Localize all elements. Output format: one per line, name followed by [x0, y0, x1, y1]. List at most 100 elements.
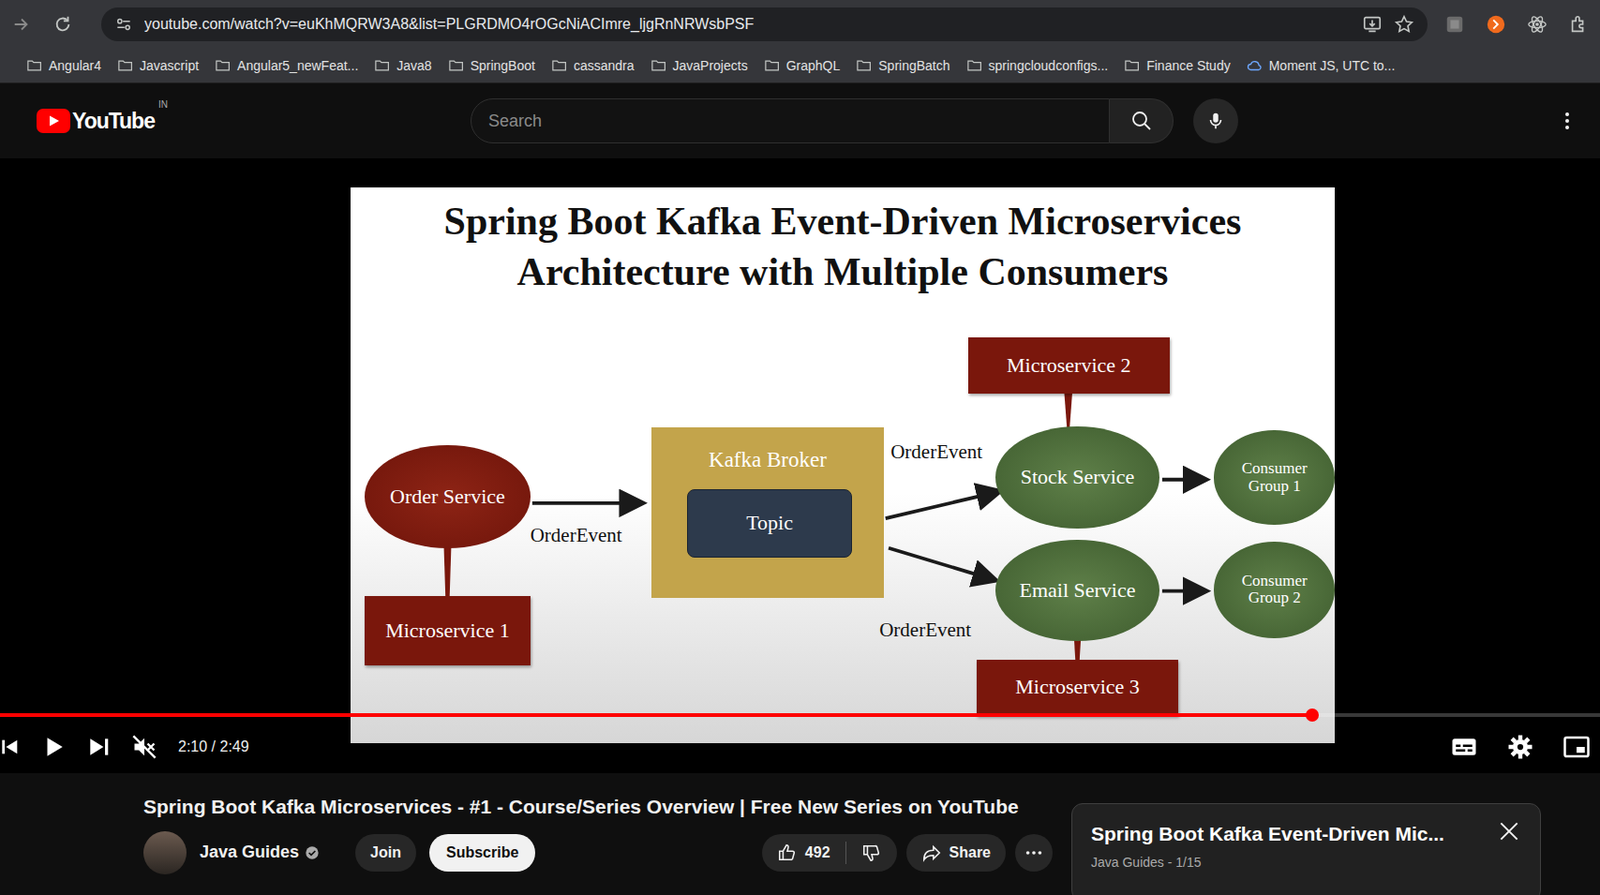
diagram-node: Consumer Group 2: [1213, 541, 1335, 638]
diagram-node: Topic: [687, 489, 852, 558]
like-count[interactable]: 492: [805, 841, 831, 865]
folder-icon: [26, 57, 44, 75]
scrubber-handle[interactable]: [1305, 708, 1319, 722]
address-bar[interactable]: youtube.com/watch?v=euKhMQRW3A8&list=PLG…: [101, 7, 1428, 42]
thumbs-up-icon[interactable]: [777, 842, 798, 864]
reload-icon[interactable]: [48, 10, 77, 39]
bookmark-label[interactable]: SpringBatch: [878, 56, 950, 76]
settings-menu-button[interactable]: [1555, 109, 1579, 139]
bookmark-item[interactable]: SpringBatch: [855, 56, 950, 76]
folder-icon: [551, 57, 569, 75]
bookmark-item[interactable]: SpringBoot: [448, 56, 536, 76]
share-label[interactable]: Share: [949, 841, 991, 865]
edge-label: OrderEvent: [879, 615, 972, 646]
time-display: 2:10 / 2:49: [178, 735, 250, 759]
slide-title: Spring Boot Kafka Event-Driven Microserv…: [350, 187, 1335, 299]
bookmark-label[interactable]: GraphQL: [786, 56, 841, 76]
bookmark-label[interactable]: Java8: [396, 56, 432, 76]
extension-grey-icon[interactable]: [1440, 10, 1469, 39]
diagram-node: Consumer Group 1: [1213, 430, 1335, 524]
subscribe-button[interactable]: Subscribe: [429, 834, 536, 872]
slide-title-line: Architecture with Multiple Consumers: [350, 247, 1335, 299]
install-icon[interactable]: [1361, 14, 1383, 35]
subtitles-icon[interactable]: [1450, 732, 1479, 762]
bookmark-item[interactable]: Java8: [373, 56, 432, 76]
region-code: IN: [158, 97, 168, 112]
play-icon[interactable]: [41, 734, 66, 760]
bookmark-item[interactable]: springcloudconfigs...: [966, 56, 1109, 76]
browser-toolbar: youtube.com/watch?v=euKhMQRW3A8&list=PLG…: [0, 0, 1600, 49]
settings-gear-icon[interactable]: [1506, 732, 1535, 762]
extension-orange-icon[interactable]: [1481, 10, 1511, 39]
next-icon[interactable]: [86, 734, 111, 760]
bookmark-label[interactable]: Javascript: [139, 56, 199, 76]
bookmark-label[interactable]: cassandra: [573, 56, 635, 76]
bookmark-item[interactable]: Angular4: [26, 56, 102, 76]
search-button[interactable]: [1109, 98, 1174, 144]
forward-icon[interactable]: [7, 10, 36, 39]
playlist-title[interactable]: Spring Boot Kafka Event-Driven Mic...: [1091, 819, 1497, 850]
like-dislike-group: 492: [762, 834, 898, 872]
extensions-puzzle-icon[interactable]: [1564, 10, 1593, 39]
folder-icon: [214, 57, 232, 75]
like-divider: [845, 841, 847, 865]
previous-icon[interactable]: [0, 736, 21, 758]
youtube-play-icon[interactable]: [36, 108, 71, 134]
react-devtools-icon[interactable]: [1523, 10, 1552, 39]
channel-row: Java Guides Join Subscribe 492 Share: [143, 831, 1053, 875]
more-horizontal-icon: [1023, 842, 1045, 864]
video-player[interactable]: Spring Boot Kafka Event-Driven Microserv…: [0, 158, 1600, 774]
folder-icon: [855, 57, 873, 75]
playlist-header: Spring Boot Kafka Event-Driven Mic...Jav…: [1091, 819, 1522, 873]
share-arrow-icon: [921, 842, 943, 864]
youtube-logo[interactable]: YouTubeIN: [36, 104, 168, 138]
search-icon: [1130, 109, 1153, 133]
more-actions-button[interactable]: [1015, 834, 1053, 872]
thumbs-down-icon[interactable]: [861, 842, 883, 864]
folder-icon: [966, 57, 984, 75]
bookmark-item[interactable]: JavaProjects: [650, 56, 748, 76]
volume-icon[interactable]: [131, 733, 158, 761]
join-button[interactable]: Join: [355, 834, 417, 872]
more-vertical-icon[interactable]: [1555, 109, 1579, 133]
bookmark-item[interactable]: Moment JS, UTC to...: [1246, 56, 1396, 76]
bookmark-item[interactable]: Javascript: [117, 56, 199, 76]
bookmark-star-icon[interactable]: [1393, 14, 1415, 35]
slide-title-line: Spring Boot Kafka Event-Driven Microserv…: [350, 196, 1335, 248]
youtube-wordmark[interactable]: YouTube: [72, 104, 155, 138]
miniplayer-icon[interactable]: [1562, 732, 1591, 762]
url-text[interactable]: youtube.com/watch?v=euKhMQRW3A8&list=PLG…: [144, 13, 1351, 36]
bookmark-label[interactable]: SpringBoot: [470, 56, 536, 76]
bookmark-label[interactable]: Moment JS, UTC to...: [1269, 56, 1396, 76]
bookmark-label[interactable]: Angular4: [48, 56, 102, 76]
bookmark-label[interactable]: Angular5_newFeat...: [237, 56, 359, 76]
bookmark-label[interactable]: JavaProjects: [672, 56, 748, 76]
cloud-link-icon: [1246, 57, 1264, 75]
bookmark-item[interactable]: cassandra: [551, 56, 635, 76]
search-box: [470, 98, 1174, 144]
bookmark-label[interactable]: Finance Study: [1146, 56, 1231, 76]
search-input[interactable]: [470, 98, 1110, 144]
site-info-icon[interactable]: [114, 14, 134, 34]
bookmark-item[interactable]: Angular5_newFeat...: [214, 56, 359, 76]
playlist-subtitle[interactable]: Java Guides - 1/15: [1091, 852, 1497, 873]
folder-icon: [650, 57, 668, 75]
bookmark-label[interactable]: springcloudconfigs...: [988, 56, 1109, 76]
video-title: Spring Boot Kafka Microservices - #1 - C…: [143, 792, 1053, 823]
playlist-panel: Spring Boot Kafka Event-Driven Mic...Jav…: [1071, 803, 1541, 895]
close-icon[interactable]: [1496, 819, 1522, 844]
edge-label: OrderEvent: [530, 521, 623, 552]
folder-icon: [373, 57, 391, 75]
channel-name[interactable]: Java Guides: [199, 839, 300, 866]
voice-search-button[interactable]: [1193, 98, 1239, 144]
bookmark-item[interactable]: GraphQL: [763, 56, 841, 76]
channel-avatar[interactable]: [143, 831, 187, 875]
channel-name-row: Java Guides: [199, 839, 320, 866]
progress-bar[interactable]: [0, 713, 1600, 718]
diagram-node: Microservice 2: [968, 337, 1170, 394]
share-button[interactable]: Share: [906, 834, 1006, 872]
bookmark-item[interactable]: Finance Study: [1123, 56, 1231, 76]
bookmarks-bar: Angular4 Javascript Angular5_newFeat... Jav…: [0, 48, 1600, 84]
microphone-icon: [1205, 110, 1227, 132]
player-controls: 2:10 / 2:49: [0, 728, 1600, 766]
